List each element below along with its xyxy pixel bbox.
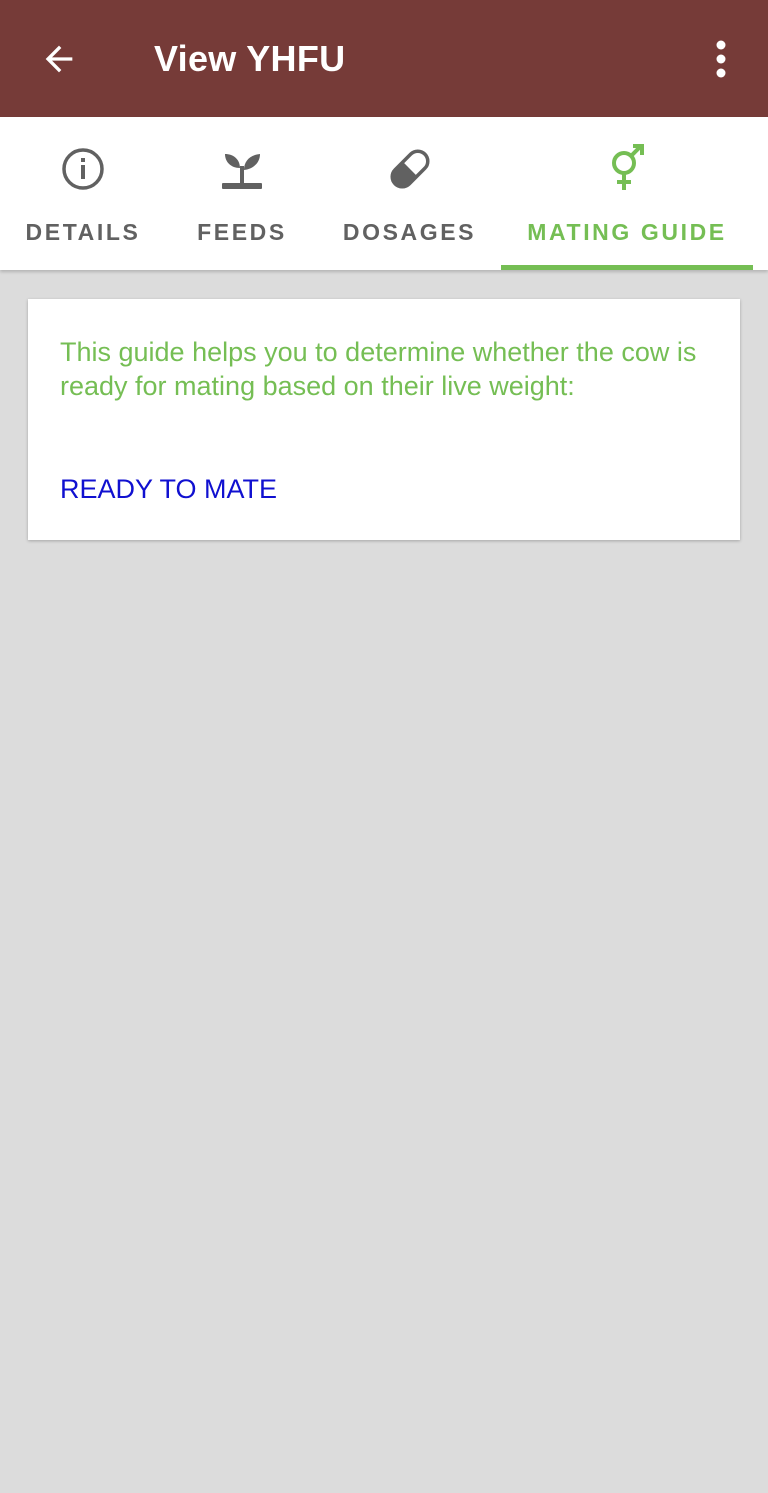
tab-label: FEEDS — [197, 219, 287, 245]
pill-icon — [389, 149, 430, 189]
guide-description: This guide helps you to determine whethe… — [60, 337, 697, 401]
tab-label: DOSAGES — [342, 219, 477, 245]
tab-mating-guide[interactable]: MATING GUIDE — [501, 117, 753, 270]
back-button[interactable] — [28, 28, 90, 90]
tab-details[interactable]: DETAILS — [0, 117, 166, 270]
mating-guide-card: This guide helps you to determine whethe… — [28, 299, 740, 540]
ready-to-mate-link[interactable]: READY TO MATE — [60, 472, 277, 506]
tab-label: DETAILS — [25, 219, 141, 245]
tab-feeds[interactable]: FEEDS — [166, 117, 318, 270]
tab-bar: DETAILS FEEDS DOSAGES MATING GUIDE — [0, 117, 768, 270]
arrow-left-icon — [45, 45, 73, 73]
tab-dosages[interactable]: DOSAGES — [318, 117, 501, 270]
info-circle-icon — [62, 148, 104, 190]
more-options-button[interactable] — [696, 28, 746, 90]
app-bar: View YHFU — [0, 0, 768, 117]
tab-label: MATING GUIDE — [527, 219, 727, 245]
page-title: View YHFU — [154, 38, 346, 79]
sprout-icon — [222, 154, 262, 189]
active-tab-indicator — [501, 265, 753, 270]
gender-symbol-icon — [612, 144, 644, 190]
more-vertical-icon — [716, 40, 726, 78]
